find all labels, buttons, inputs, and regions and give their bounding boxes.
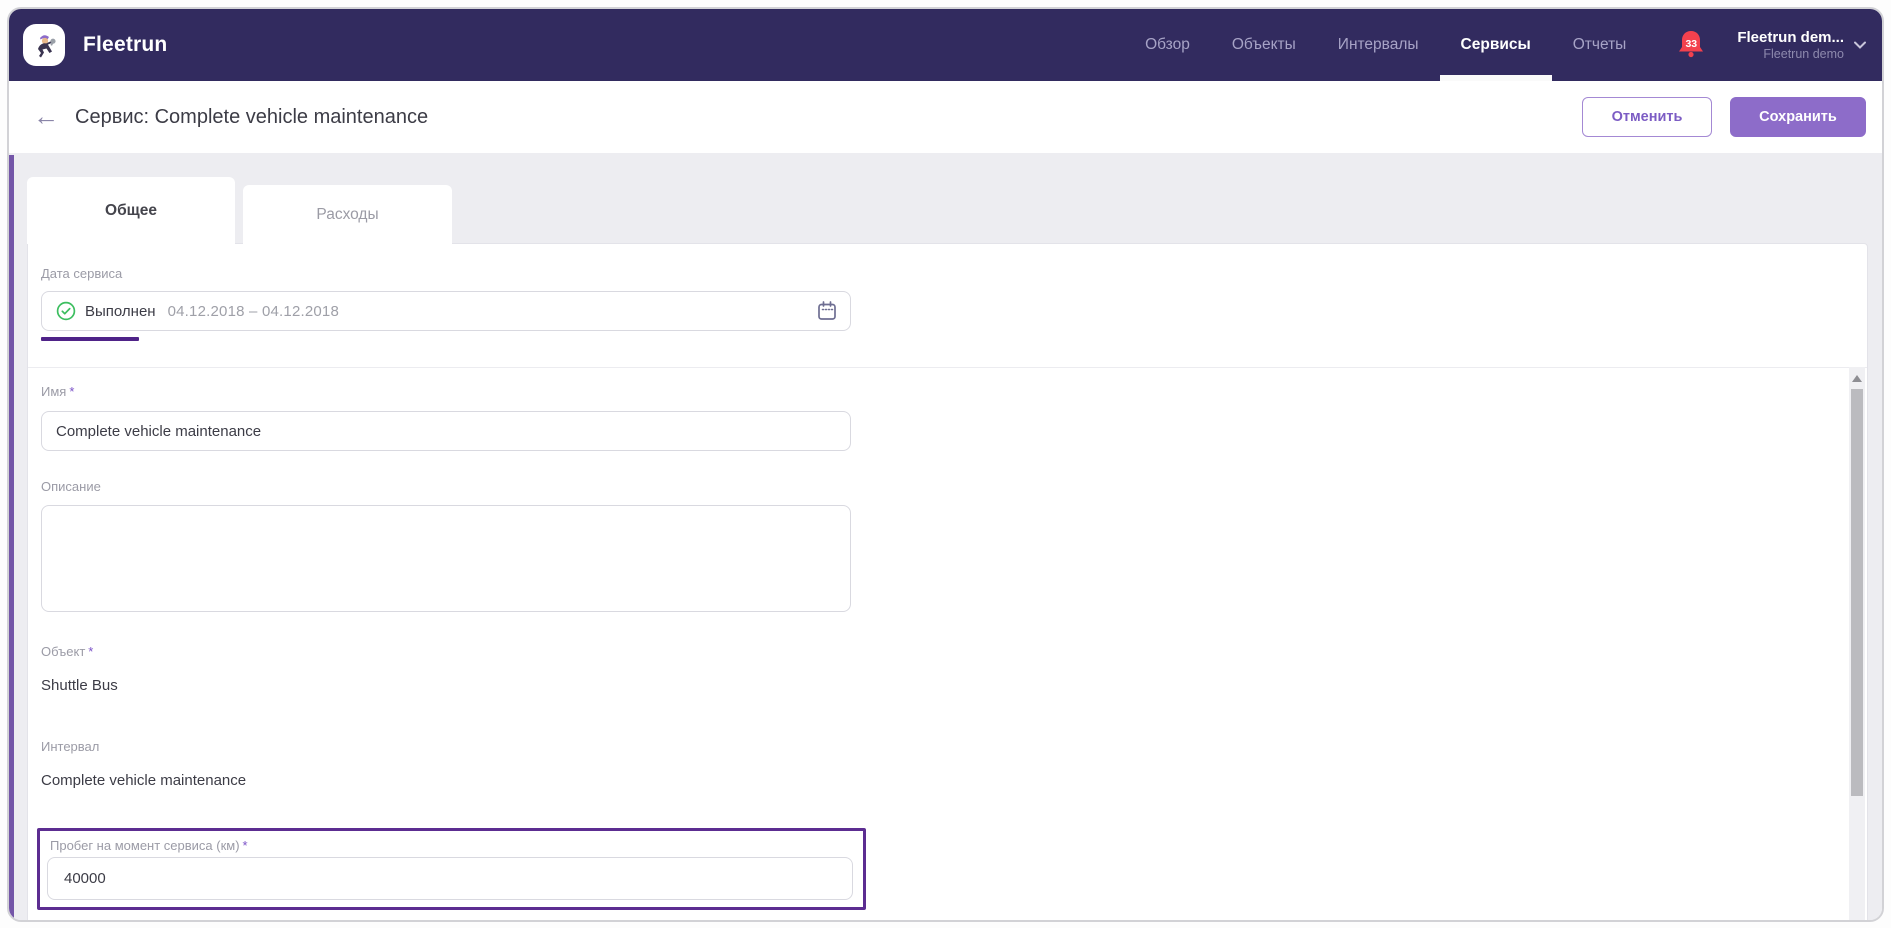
unit-label: Объект* bbox=[41, 644, 93, 659]
user-menu[interactable]: Fleetrun dem... Fleetrun demo bbox=[1737, 28, 1866, 62]
required-asterisk: * bbox=[243, 838, 248, 853]
status-done-icon bbox=[56, 301, 76, 321]
user-name: Fleetrun dem... bbox=[1737, 28, 1844, 47]
required-asterisk: * bbox=[88, 644, 93, 659]
vertical-scrollbar[interactable] bbox=[1849, 367, 1865, 921]
form-panel: Дата сервиса Выполнен 04.12.2018 – 04.12… bbox=[27, 243, 1868, 922]
scrollbar-thumb[interactable] bbox=[1851, 389, 1863, 796]
interval-label: Интервал bbox=[41, 739, 99, 754]
description-label: Описание bbox=[41, 479, 101, 494]
mechanic-logo-icon bbox=[30, 31, 58, 59]
page-title: Сервис: Complete vehicle maintenance bbox=[75, 106, 428, 129]
mileage-input[interactable] bbox=[47, 857, 853, 900]
notifications-bell-icon[interactable]: 33 bbox=[1673, 25, 1709, 65]
tab-expenses[interactable]: Расходы bbox=[243, 185, 452, 244]
page-header: ← Сервис: Complete vehicle maintenance О… bbox=[9, 81, 1882, 153]
nav-item-overview[interactable]: Обзор bbox=[1124, 9, 1211, 81]
brand-title: Fleetrun bbox=[83, 33, 167, 57]
service-date-range: 04.12.2018 – 04.12.2018 bbox=[168, 303, 339, 320]
main-nav: Обзор Объекты Интервалы Сервисы Отчеты bbox=[1124, 9, 1647, 81]
nav-item-services[interactable]: Сервисы bbox=[1440, 9, 1552, 81]
interval-value: Complete vehicle maintenance bbox=[41, 772, 246, 789]
mileage-label: Пробег на момент сервиса (км)* bbox=[50, 838, 248, 853]
service-date-label: Дата сервиса bbox=[41, 266, 122, 281]
scrollbar-up-arrow[interactable] bbox=[1852, 375, 1862, 382]
left-accent-bar bbox=[9, 155, 14, 920]
section-divider bbox=[28, 367, 1867, 368]
active-nav-underline bbox=[1440, 75, 1552, 81]
save-button[interactable]: Сохранить bbox=[1730, 97, 1866, 137]
content-area: Общее Расходы Дата сервиса Выполнен 04.1… bbox=[9, 153, 1882, 920]
back-arrow-icon[interactable]: ← bbox=[33, 103, 59, 129]
mileage-field-highlight: Пробег на момент сервиса (км)* bbox=[37, 828, 866, 910]
fleetrun-logo[interactable] bbox=[23, 24, 65, 66]
calendar-icon[interactable] bbox=[816, 300, 838, 322]
notification-count-badge: 33 bbox=[1685, 38, 1697, 50]
date-field-highlight-underline bbox=[41, 337, 139, 341]
service-date-picker[interactable]: Выполнен 04.12.2018 – 04.12.2018 bbox=[41, 291, 851, 331]
nav-item-units[interactable]: Объекты bbox=[1211, 9, 1317, 81]
top-navbar: Fleetrun Обзор Объекты Интервалы Сервисы… bbox=[9, 9, 1882, 81]
nav-item-intervals[interactable]: Интервалы bbox=[1317, 9, 1440, 81]
description-textarea[interactable] bbox=[41, 505, 851, 612]
tab-general[interactable]: Общее bbox=[27, 177, 235, 244]
header-actions: Отменить Сохранить bbox=[1582, 97, 1866, 137]
cancel-button[interactable]: Отменить bbox=[1582, 97, 1712, 137]
required-asterisk: * bbox=[69, 384, 74, 399]
chevron-down-icon bbox=[1854, 41, 1866, 49]
unit-value: Shuttle Bus bbox=[41, 677, 118, 694]
app-window: Fleetrun Обзор Объекты Интервалы Сервисы… bbox=[7, 7, 1884, 922]
service-status: Выполнен bbox=[85, 303, 156, 320]
nav-item-reports[interactable]: Отчеты bbox=[1552, 9, 1648, 81]
name-label: Имя* bbox=[41, 384, 74, 399]
user-org: Fleetrun demo bbox=[1737, 47, 1844, 62]
name-input[interactable] bbox=[41, 411, 851, 451]
